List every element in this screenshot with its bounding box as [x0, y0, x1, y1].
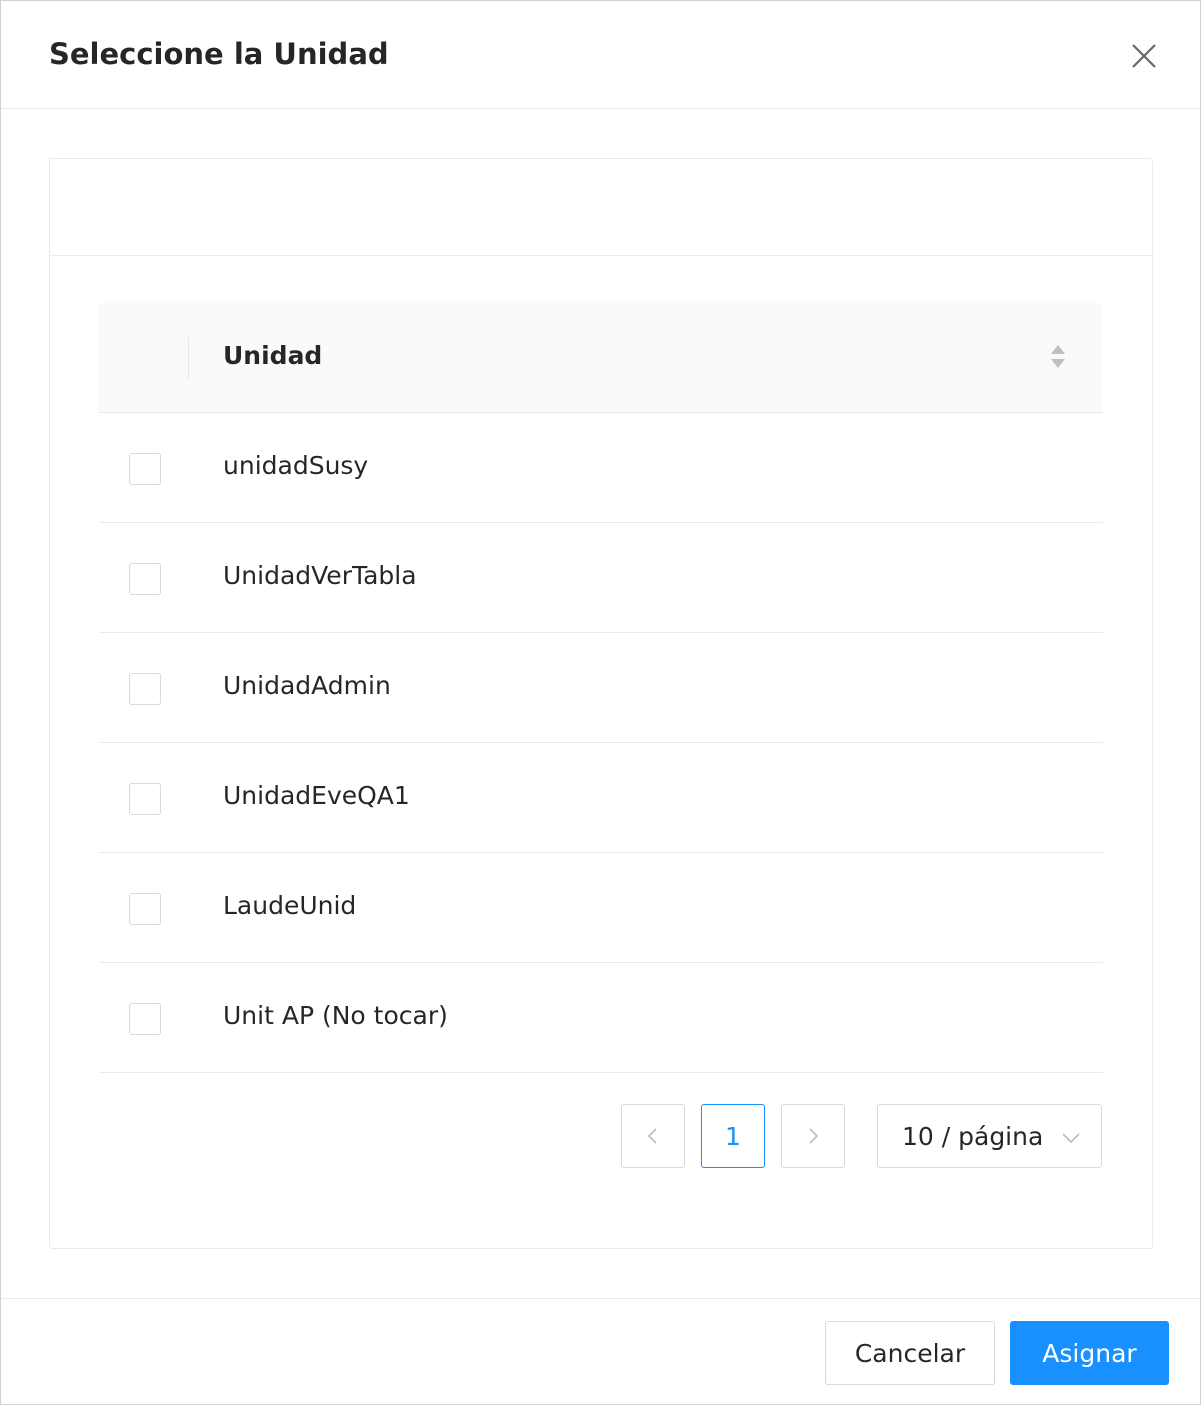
table-row[interactable]: Unit AP (No tocar): [99, 963, 1103, 1073]
close-icon: [1132, 44, 1156, 68]
pagination: 1 10 / página: [1, 1104, 1201, 1168]
header-divider: [188, 337, 189, 379]
modal-footer: Cancelar Asignar: [1, 1298, 1200, 1406]
modal-title: Seleccione la Unidad: [49, 37, 389, 71]
table-row[interactable]: unidadSusy: [99, 413, 1103, 523]
close-button[interactable]: [1119, 31, 1169, 81]
unit-name: LaudeUnid: [223, 891, 357, 920]
column-header-unidad: Unidad: [223, 341, 323, 370]
unit-name: unidadSusy: [223, 451, 369, 480]
cancel-button[interactable]: Cancelar: [825, 1321, 995, 1385]
row-checkbox[interactable]: [129, 563, 161, 595]
row-checkbox[interactable]: [129, 1003, 161, 1035]
table-row[interactable]: UnidadEveQA1: [99, 743, 1103, 853]
unit-table: Unidad unidadSusy UnidadVerTabla UnidadA: [99, 303, 1103, 1073]
row-checkbox[interactable]: [129, 673, 161, 705]
prev-page-button[interactable]: [621, 1104, 685, 1168]
page-size-value: 10 / página: [902, 1122, 1044, 1151]
table-row[interactable]: UnidadVerTabla: [99, 523, 1103, 633]
assign-button[interactable]: Asignar: [1010, 1321, 1169, 1385]
row-checkbox[interactable]: [129, 783, 161, 815]
unit-name: Unit AP (No tocar): [223, 1001, 448, 1030]
row-checkbox[interactable]: [129, 893, 161, 925]
select-unit-modal: Seleccione la Unidad Unidad unidadSusy U…: [0, 0, 1201, 1405]
table-header: Unidad: [99, 303, 1103, 413]
sort-button[interactable]: [1049, 343, 1067, 371]
modal-header: Seleccione la Unidad: [1, 1, 1200, 109]
page-1-button[interactable]: 1: [701, 1104, 765, 1168]
unit-card: Unidad unidadSusy UnidadVerTabla UnidadA: [49, 158, 1153, 1249]
next-page-button[interactable]: [781, 1104, 845, 1168]
table-row[interactable]: UnidadAdmin: [99, 633, 1103, 743]
sort-icon: [1051, 345, 1065, 368]
chevron-left-icon: [647, 1128, 657, 1144]
card-header: [50, 159, 1152, 256]
table-row[interactable]: LaudeUnid: [99, 853, 1103, 963]
page-size-select[interactable]: 10 / página: [877, 1104, 1102, 1168]
unit-name: UnidadVerTabla: [223, 561, 417, 590]
chevron-right-icon: [809, 1128, 819, 1144]
chevron-down-icon: [1062, 1133, 1080, 1144]
row-checkbox[interactable]: [129, 453, 161, 485]
unit-name: UnidadAdmin: [223, 671, 391, 700]
unit-name: UnidadEveQA1: [223, 781, 410, 810]
